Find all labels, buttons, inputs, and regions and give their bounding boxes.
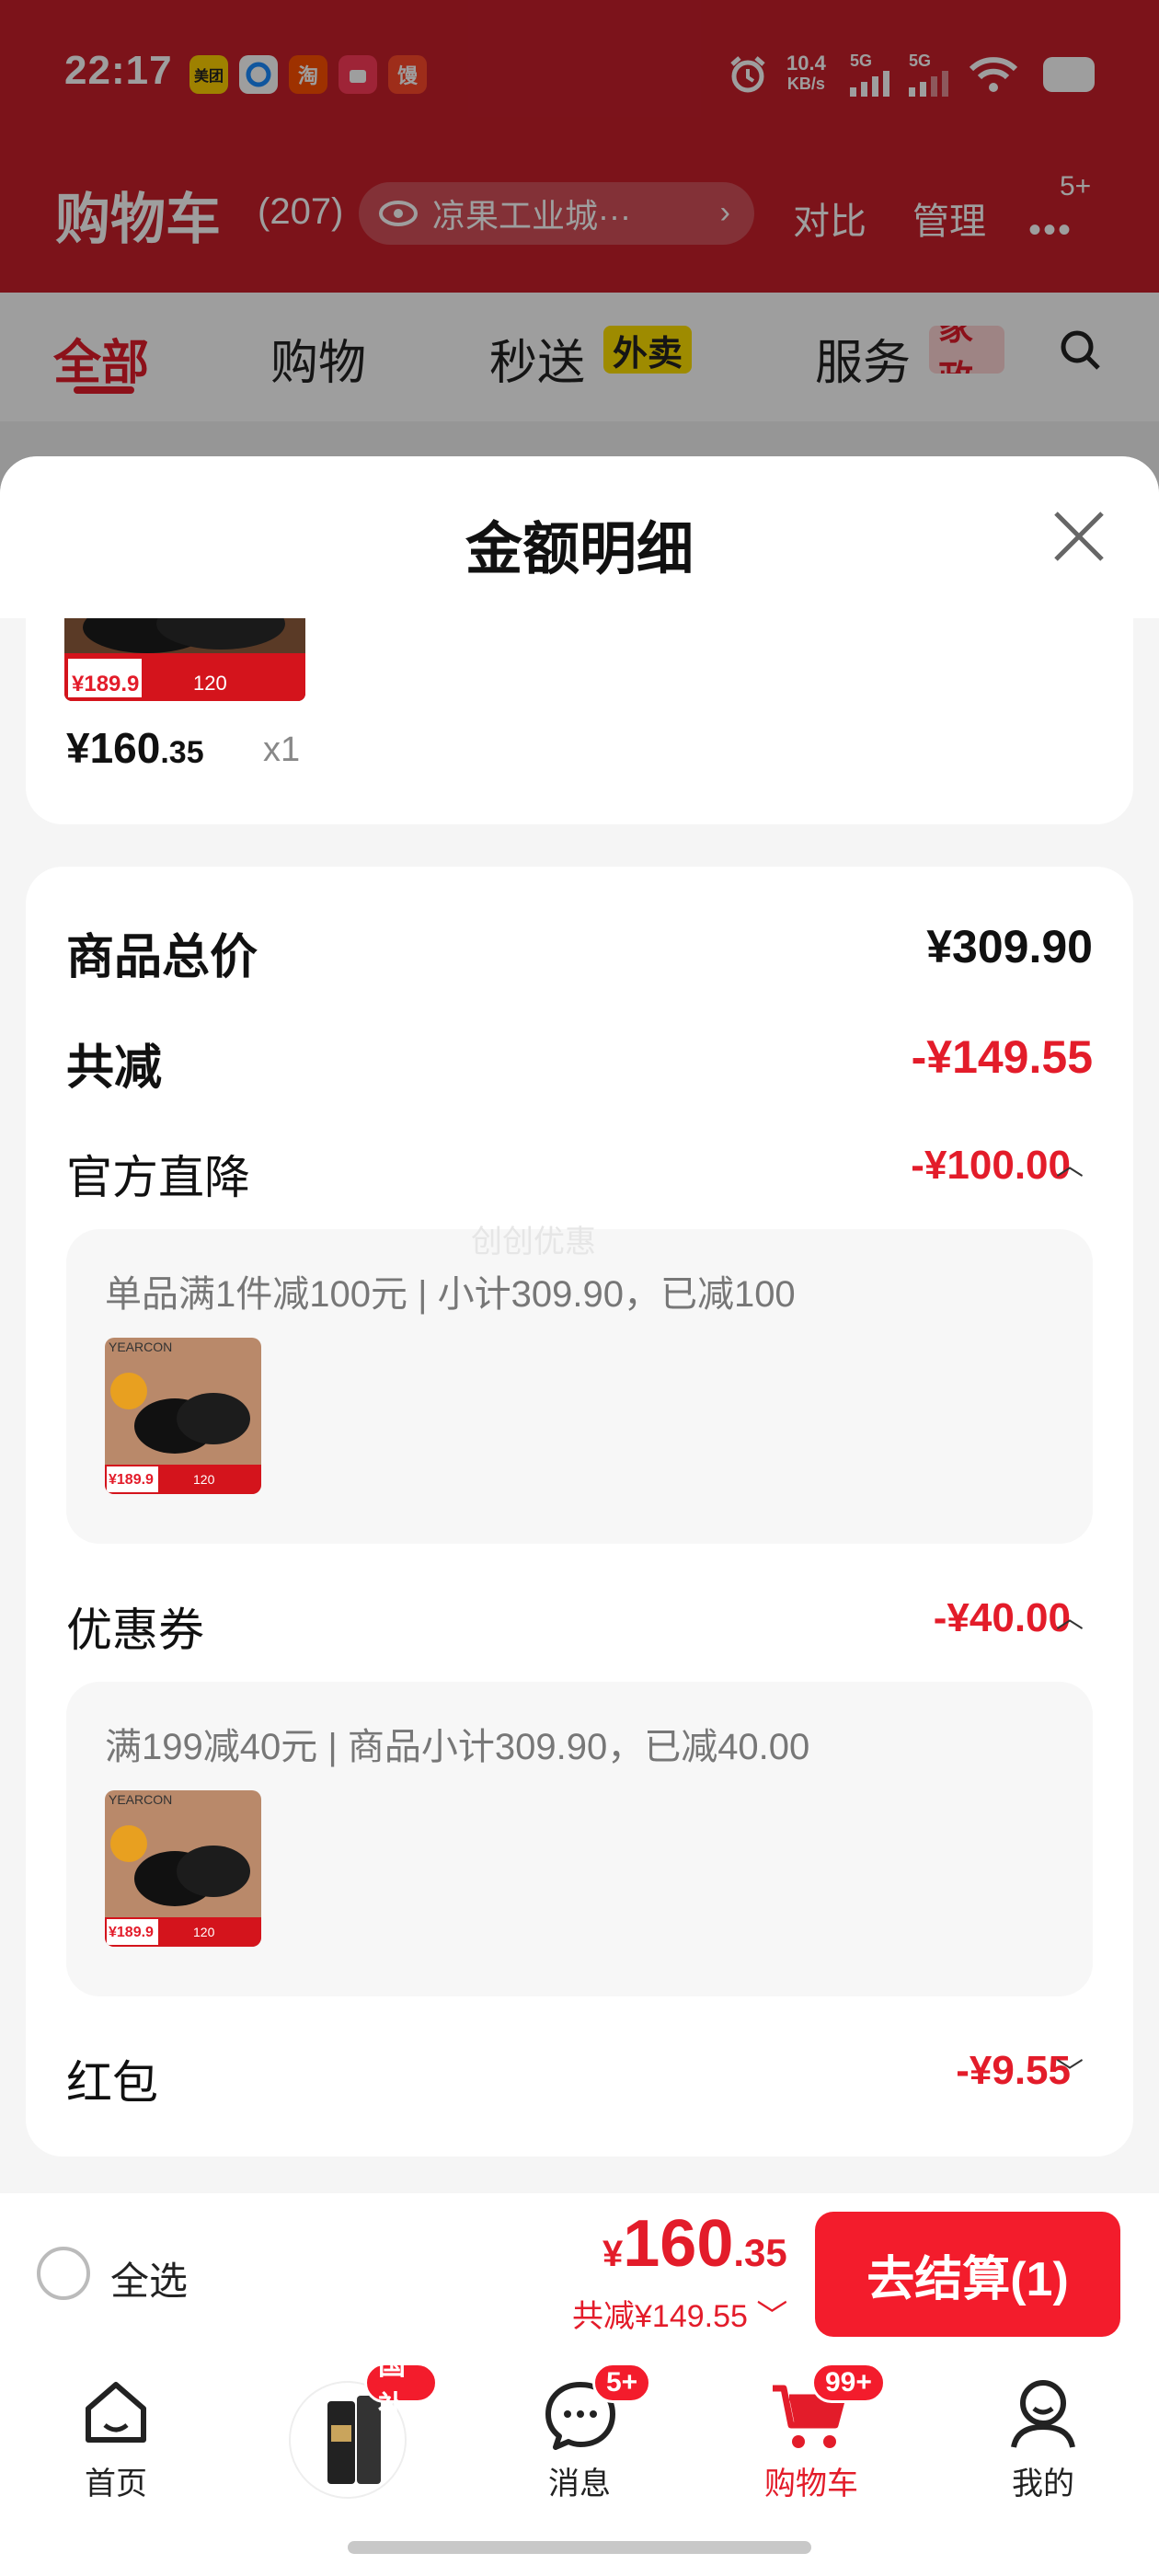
coupon-value[interactable]: -¥40.00 [934,1595,1071,1641]
home-indicator[interactable] [348,2541,811,2554]
promo-badge: 国补 [364,2351,438,2421]
nav-mine-label: 我的 [1012,2467,1074,2501]
profile-icon [1011,2380,1075,2448]
nav-home[interactable]: 首页 [24,2355,208,2539]
official-detail-text: 单品满1件减100元 | 小计309.90，已减100 [105,1274,796,1315]
product-price: ¥160.35 [66,724,204,772]
nav-cart[interactable]: 99+ 购物车 [719,2355,903,2539]
product-card: ¥189.9 120 ¥160.35 x1 [26,618,1133,824]
sheet-title: 金额明细 [465,518,694,581]
product-thumbnail: YEARCON ¥189.9 120 [105,1338,261,1494]
messages-badge: 5+ [592,2363,652,2403]
total-discount-label: 共减 [66,1041,163,1095]
nav-messages-label: 消息 [548,2467,611,2501]
coupon-label: 优惠券 [66,1604,204,1656]
total-discount-value: -¥149.55 [911,1031,1093,1083]
product-thumbnail[interactable]: ¥189.9 120 [64,618,305,701]
select-all-checkbox[interactable] [37,2247,90,2300]
checkout-bar: 全选 ¥160.35 共减¥149.55 ﹀ 去结算(1) [0,2193,1159,2355]
red-packet-value[interactable]: -¥9.55 [956,2048,1071,2094]
official-discount-label: 官方直降 [66,1152,250,1203]
product-thumbnail: YEARCON ¥189.9 120 [105,1790,261,1947]
nav-cart-label: 购物车 [764,2467,858,2501]
sheet-header: 金额明细 [0,456,1159,618]
coupon-detail: 满199减40元 | 商品小计309.90，已减40.00 YEARCON ¥1… [66,1682,1093,1996]
total-price: ¥160.35 [602,2207,787,2281]
chevron-down-icon[interactable]: ﹀ [1056,2050,1084,2090]
amount-detail-sheet: 金额明细 ¥189.9 120 ¥160.35 x1 商品总价 ¥309.90 … [0,456,1159,2193]
checkout-button[interactable]: 去结算(1) [815,2212,1120,2337]
goods-total-label: 商品总价 [66,931,258,984]
official-discount-detail: 单品满1件减100元 | 小计309.90，已减100 YEARCON ¥189… [66,1229,1093,1544]
nav-home-label: 首页 [85,2467,147,2501]
cart-badge: 99+ [811,2363,886,2403]
nav-promo[interactable]: 国补 [254,2351,438,2539]
nav-messages[interactable]: 5+ 消息 [488,2355,671,2539]
coupon-detail-text: 满199减40元 | 商品小计309.90，已减40.00 [105,1727,810,1767]
red-packet-label: 红包 [66,2057,158,2109]
chevron-up-icon[interactable]: ︿ [1056,1595,1084,1636]
nav-mine[interactable]: 我的 [951,2355,1135,2539]
official-discount-value[interactable]: -¥100.00 [911,1143,1071,1189]
home-icon [86,2382,146,2443]
product-quantity: x1 [263,730,301,769]
close-icon[interactable] [1049,506,1109,567]
chevron-up-icon[interactable]: ︿ [1056,1143,1084,1183]
watermark: 创创优惠 [471,1225,596,1259]
discount-summary[interactable]: 共减¥149.55 ﹀ [572,2291,787,2336]
select-all-label[interactable]: 全选 [110,2250,188,2306]
chevron-down-icon: ﹀ [756,2299,788,2334]
amount-breakdown-card: 商品总价 ¥309.90 共减 -¥149.55 官方直降 -¥100.00 ︿… [26,867,1133,2156]
goods-total-value: ¥309.90 [926,921,1093,972]
